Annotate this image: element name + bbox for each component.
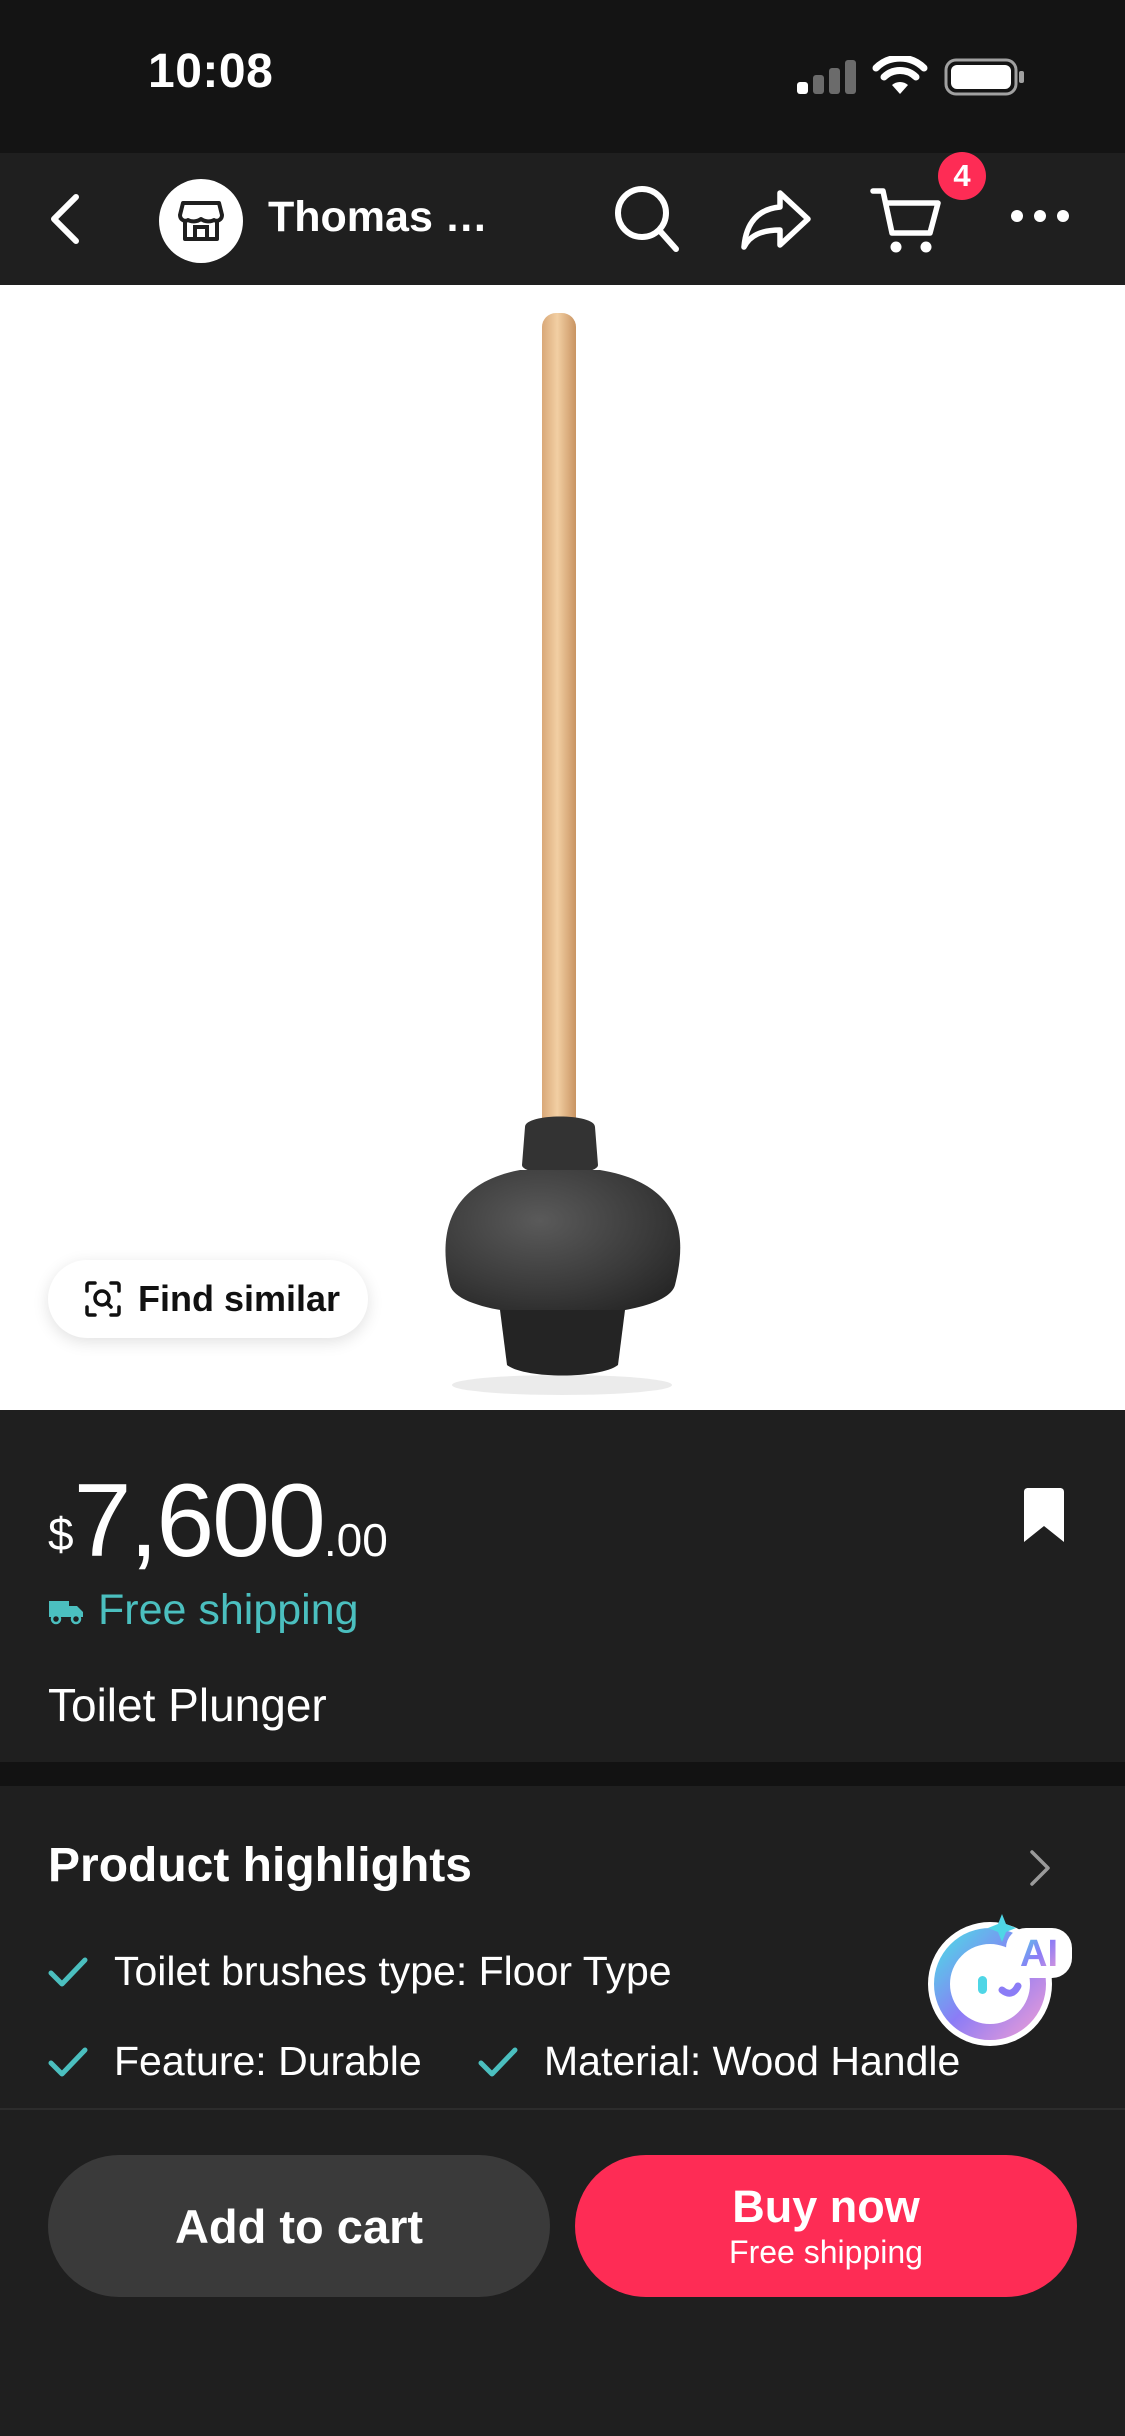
section-divider bbox=[0, 1762, 1125, 1786]
more-icon[interactable] bbox=[1010, 209, 1070, 223]
price-integer: 7,600 bbox=[73, 1463, 326, 1579]
cellular-signal-icon bbox=[797, 60, 857, 94]
highlights-title[interactable]: Product highlights bbox=[48, 1838, 472, 1893]
highlight-text: Feature: Durable bbox=[114, 2038, 422, 2084]
product-title: Toilet Plunger bbox=[48, 1679, 327, 1731]
status-bar: 10:08 bbox=[0, 0, 1125, 153]
find-similar-label: Find similar bbox=[138, 1278, 341, 1319]
truck-icon bbox=[49, 1600, 83, 1624]
cart-count-badge: 4 bbox=[938, 152, 986, 200]
add-to-cart-button[interactable]: Add to cart bbox=[48, 2155, 550, 2297]
bookmark-icon[interactable] bbox=[1020, 1486, 1068, 1544]
cart-icon[interactable] bbox=[870, 185, 944, 257]
free-shipping-tag: Free shipping bbox=[48, 1586, 359, 1635]
wifi-icon bbox=[872, 56, 928, 94]
check-icon bbox=[478, 2047, 518, 2076]
check-icon bbox=[48, 1957, 88, 1986]
product-price: $7,600.00 bbox=[48, 1462, 388, 1581]
status-time: 10:08 bbox=[148, 45, 274, 98]
shipping-label: Free shipping bbox=[98, 1586, 359, 1634]
shop-name[interactable]: Thomas … bbox=[268, 193, 488, 242]
price-currency: $ bbox=[48, 1508, 74, 1560]
find-similar-button[interactable]: Find similar bbox=[48, 1260, 368, 1338]
buy-now-button[interactable]: Buy now Free shipping bbox=[575, 2155, 1077, 2297]
image-search-icon bbox=[85, 1281, 121, 1317]
chevron-right-icon[interactable] bbox=[1028, 1848, 1052, 1888]
back-icon[interactable] bbox=[46, 191, 86, 247]
buy-now-sublabel: Free shipping bbox=[729, 2234, 923, 2270]
shop-avatar[interactable] bbox=[159, 179, 243, 263]
highlight-text: Material: Wood Handle bbox=[544, 2038, 961, 2084]
share-icon[interactable] bbox=[740, 187, 812, 251]
highlight-item: Toilet brushes type: Floor Type bbox=[48, 1948, 672, 1995]
product-image[interactable] bbox=[0, 285, 1125, 1410]
highlight-item: Feature: Durable bbox=[48, 2038, 422, 2085]
price-decimal: .00 bbox=[323, 1514, 388, 1566]
ai-label: AI bbox=[1020, 1933, 1058, 1975]
ai-assistant-icon[interactable]: AI bbox=[918, 1898, 1074, 2054]
highlight-text: Toilet brushes type: Floor Type bbox=[114, 1948, 672, 1994]
search-icon[interactable] bbox=[612, 183, 682, 255]
battery-icon bbox=[944, 58, 1024, 96]
plunger-illustration bbox=[445, 313, 681, 1395]
store-icon bbox=[178, 201, 224, 241]
highlight-item: Material: Wood Handle bbox=[478, 2038, 960, 2085]
check-icon bbox=[48, 2047, 88, 2076]
buy-now-label: Buy now bbox=[732, 2181, 920, 2232]
